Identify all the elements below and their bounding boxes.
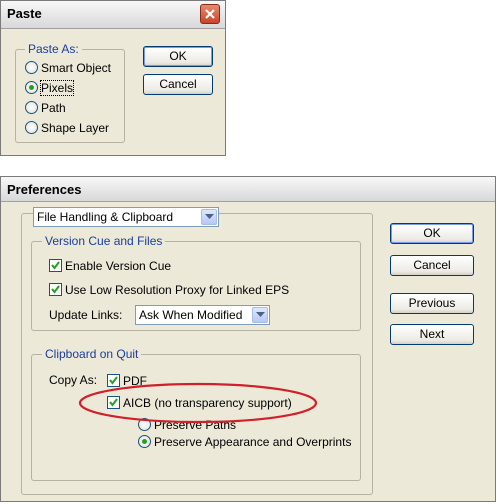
aicb-checkbox[interactable] — [107, 396, 120, 409]
paste-ok-button[interactable]: OK — [143, 46, 213, 67]
preferences-ok-button[interactable]: OK — [390, 223, 474, 244]
radio-selected-dot — [29, 85, 34, 90]
paste-title: Paste — [7, 6, 42, 21]
paste-dialog: Paste Paste As: Smart Object Pixels Path… — [0, 0, 226, 156]
preferences-dialog: Preferences File Handling & Clipboard Ve… — [0, 176, 496, 502]
copy-as-label: Copy As: — [49, 373, 98, 387]
radio-path-label[interactable]: Path — [41, 101, 66, 115]
close-icon — [205, 9, 215, 19]
preserve-appearance-label[interactable]: Preserve Appearance and Overprints — [154, 435, 351, 449]
radio-shape-layer[interactable] — [25, 121, 38, 134]
radio-smart-object[interactable] — [25, 61, 38, 74]
low-res-proxy-checkbox[interactable] — [49, 283, 62, 296]
previous-button[interactable]: Previous — [390, 293, 474, 314]
checkmark-icon — [51, 261, 60, 270]
chevron-down-icon[interactable] — [201, 209, 217, 225]
update-links-label: Update Links: — [49, 308, 123, 322]
radio-path[interactable] — [25, 101, 38, 114]
radio-pixels-label[interactable]: Pixels — [39, 80, 75, 96]
checkmark-icon — [109, 376, 118, 385]
pdf-checkbox[interactable] — [107, 374, 120, 387]
preferences-title-bar[interactable]: Preferences — [1, 177, 495, 202]
aicb-label[interactable]: AICB (no transparency support) — [123, 396, 292, 410]
preserve-paths-radio[interactable] — [138, 418, 151, 431]
paste-title-bar[interactable]: Paste — [1, 1, 225, 29]
clipboard-group-label: Clipboard on Quit — [42, 347, 142, 361]
update-links-value: Ask When Modified — [139, 308, 243, 322]
checkmark-icon — [109, 398, 118, 407]
preserve-appearance-radio[interactable] — [138, 435, 151, 448]
update-links-select[interactable]: Ask When Modified — [135, 305, 270, 325]
section-select[interactable]: File Handling & Clipboard — [33, 207, 219, 227]
next-button[interactable]: Next — [390, 324, 474, 345]
pdf-label[interactable]: PDF — [123, 374, 147, 388]
radio-selected-dot — [142, 439, 147, 444]
paste-cancel-button[interactable]: Cancel — [143, 74, 213, 95]
preserve-paths-label[interactable]: Preserve Paths — [154, 418, 236, 432]
checkmark-icon — [51, 285, 60, 294]
radio-smart-object-label[interactable]: Smart Object — [41, 61, 111, 75]
enable-version-cue-checkbox[interactable] — [49, 259, 62, 272]
paste-as-label: Paste As: — [25, 42, 82, 56]
enable-version-cue-label[interactable]: Enable Version Cue — [65, 259, 171, 273]
version-cue-group-label: Version Cue and Files — [42, 234, 166, 248]
chevron-down-icon[interactable] — [252, 307, 268, 323]
low-res-proxy-label[interactable]: Use Low Resolution Proxy for Linked EPS — [65, 283, 289, 297]
radio-pixels[interactable] — [25, 81, 38, 94]
section-select-value: File Handling & Clipboard — [37, 210, 174, 224]
preferences-title: Preferences — [7, 182, 82, 197]
radio-shape-layer-label[interactable]: Shape Layer — [41, 121, 109, 135]
preferences-cancel-button[interactable]: Cancel — [390, 255, 474, 276]
close-button[interactable] — [200, 4, 220, 24]
